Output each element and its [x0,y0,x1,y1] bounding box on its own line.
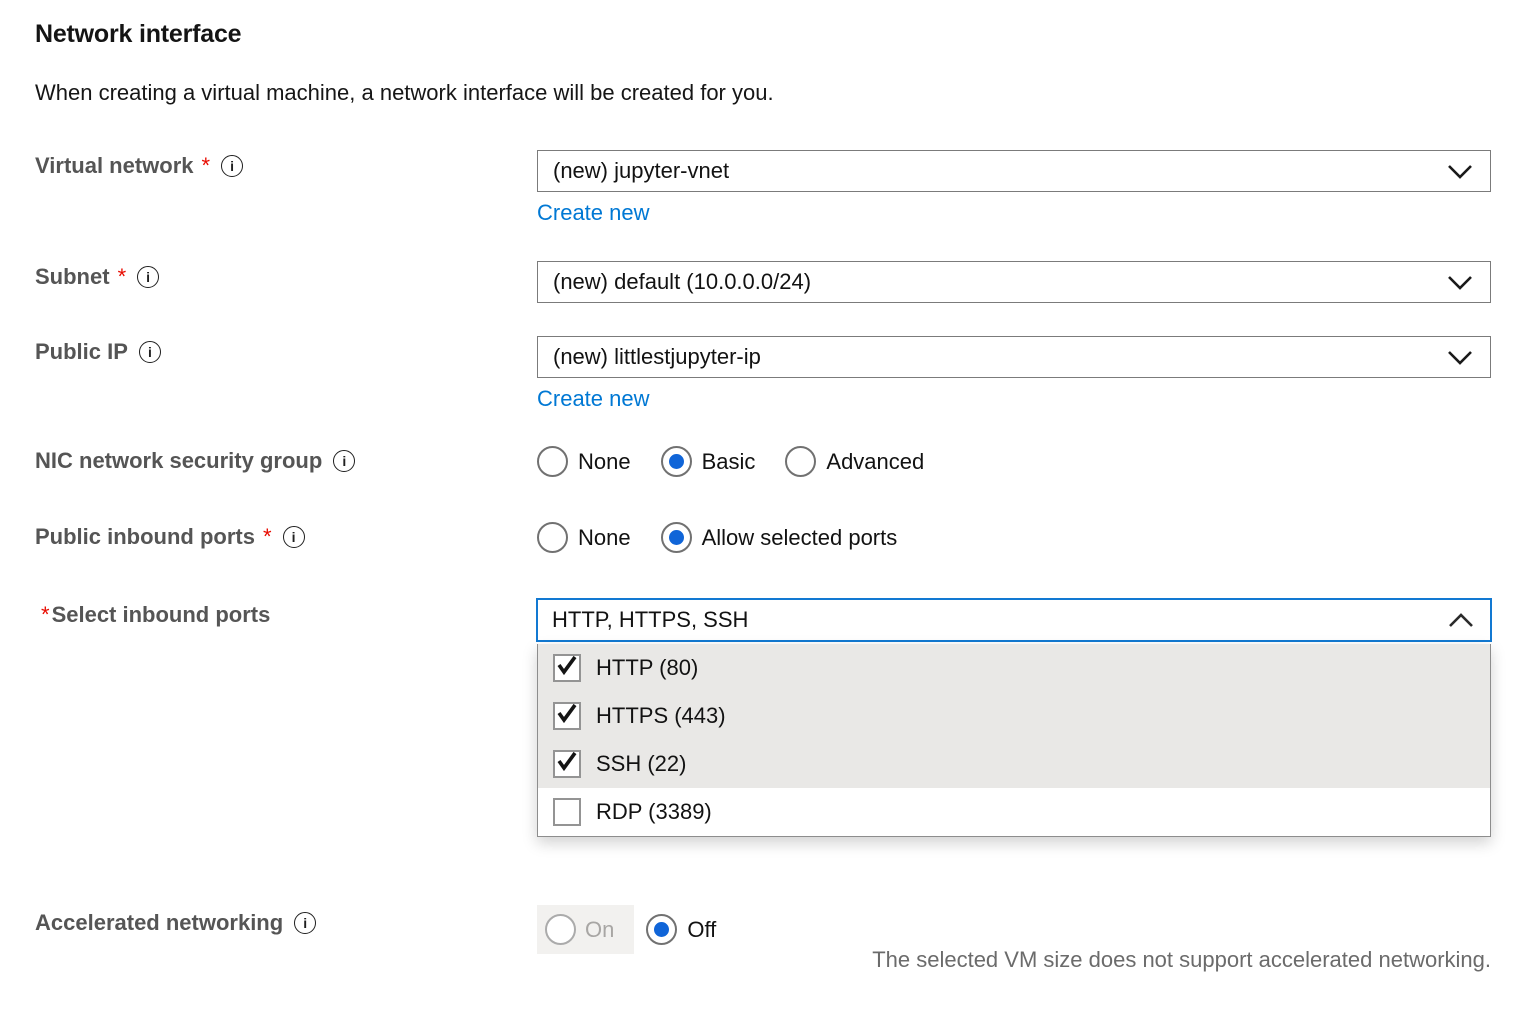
checkbox-checked [553,702,581,730]
info-icon[interactable]: i [283,526,305,548]
radio-circle-unselected [537,446,568,477]
public-inbound-ports-label-text: Public inbound ports [35,524,255,550]
select-inbound-ports-dropdown[interactable]: HTTP, HTTPS, SSH [536,598,1492,642]
option-ssh-22[interactable]: SSH (22) [538,740,1490,788]
nic-nsg-label: NIC network security group i [35,448,355,474]
option-rdp-3389[interactable]: RDP (3389) [538,788,1490,836]
select-inbound-ports-label-text: Select inbound ports [52,602,271,628]
info-icon[interactable]: i [333,450,355,472]
public-ip-label: Public IP i [35,339,161,365]
radio-label: Off [687,917,716,943]
radio-circle-selected [661,446,692,477]
checkbox-checked [553,654,581,682]
public-ip-label-text: Public IP [35,339,128,365]
select-inbound-ports-label: * Select inbound ports [41,602,270,628]
radio-accel-off[interactable]: Off [646,914,716,945]
required-asterisk: * [118,264,127,290]
subnet-label-text: Subnet [35,264,110,290]
required-asterisk: * [263,524,272,550]
subnet-value: (new) default (10.0.0.0/24) [553,269,811,295]
virtual-network-dropdown[interactable]: (new) jupyter-vnet [537,150,1491,192]
nic-nsg-label-text: NIC network security group [35,448,322,474]
radio-circle-disabled [545,914,576,945]
option-http-80[interactable]: HTTP (80) [538,644,1490,692]
info-icon[interactable]: i [294,912,316,934]
virtual-network-label: Virtual network * i [35,153,243,179]
public-inbound-ports-radio-group: None Allow selected ports [537,522,897,553]
radio-nsg-basic[interactable]: Basic [661,446,756,477]
radio-accel-on-disabled: On [537,905,634,954]
required-asterisk: * [202,153,211,179]
radio-label: Advanced [826,449,924,475]
public-inbound-ports-label: Public inbound ports * i [35,524,305,550]
section-description: When creating a virtual machine, a netwo… [35,80,774,106]
section-title: Network interface [35,20,241,49]
radio-label: None [578,449,631,475]
option-label: RDP (3389) [596,799,712,825]
checkbox-checked [553,750,581,778]
chevron-down-icon [1447,164,1473,179]
accelerated-networking-note: The selected VM size does not support ac… [872,947,1491,973]
public-ip-create-new-link[interactable]: Create new [537,386,650,412]
info-icon[interactable]: i [137,266,159,288]
radio-label: Basic [702,449,756,475]
radio-circle-unselected [537,522,568,553]
public-ip-value: (new) littlestjupyter-ip [553,344,761,370]
checkmark-icon [555,701,579,731]
info-icon[interactable]: i [139,341,161,363]
radio-inbound-none[interactable]: None [537,522,631,553]
radio-nsg-advanced[interactable]: Advanced [785,446,924,477]
subnet-label: Subnet * i [35,264,159,290]
radio-label: None [578,525,631,551]
nic-nsg-radio-group: None Basic Advanced [537,446,924,477]
network-interface-section: Network interface When creating a virtua… [0,0,1532,1024]
select-inbound-ports-value: HTTP, HTTPS, SSH [552,607,748,633]
chevron-down-icon [1447,275,1473,290]
radio-nsg-none[interactable]: None [537,446,631,477]
accelerated-networking-label-text: Accelerated networking [35,910,283,936]
checkmark-icon [555,653,579,683]
info-icon[interactable]: i [221,155,243,177]
public-ip-dropdown[interactable]: (new) littlestjupyter-ip [537,336,1491,378]
required-asterisk: * [41,602,50,628]
checkmark-icon [555,749,579,779]
subnet-dropdown[interactable]: (new) default (10.0.0.0/24) [537,261,1491,303]
virtual-network-value: (new) jupyter-vnet [553,158,729,184]
accelerated-networking-radio-group: On Off [537,905,716,954]
option-label: SSH (22) [596,751,686,777]
chevron-down-icon [1447,350,1473,365]
option-https-443[interactable]: HTTPS (443) [538,692,1490,740]
radio-circle-selected [646,914,677,945]
option-label: HTTP (80) [596,655,698,681]
radio-inbound-allow-selected[interactable]: Allow selected ports [661,522,898,553]
option-label: HTTPS (443) [596,703,726,729]
inbound-ports-option-list: HTTP (80) HTTPS (443) SSH (22) RDP (3389… [537,644,1491,837]
accelerated-networking-label: Accelerated networking i [35,910,316,936]
checkbox-unchecked [553,798,581,826]
virtual-network-label-text: Virtual network [35,153,194,179]
chevron-up-icon [1448,613,1474,628]
radio-circle-unselected [785,446,816,477]
virtual-network-create-new-link[interactable]: Create new [537,200,650,226]
radio-label: Allow selected ports [702,525,898,551]
radio-label: On [585,917,614,943]
radio-circle-selected [661,522,692,553]
